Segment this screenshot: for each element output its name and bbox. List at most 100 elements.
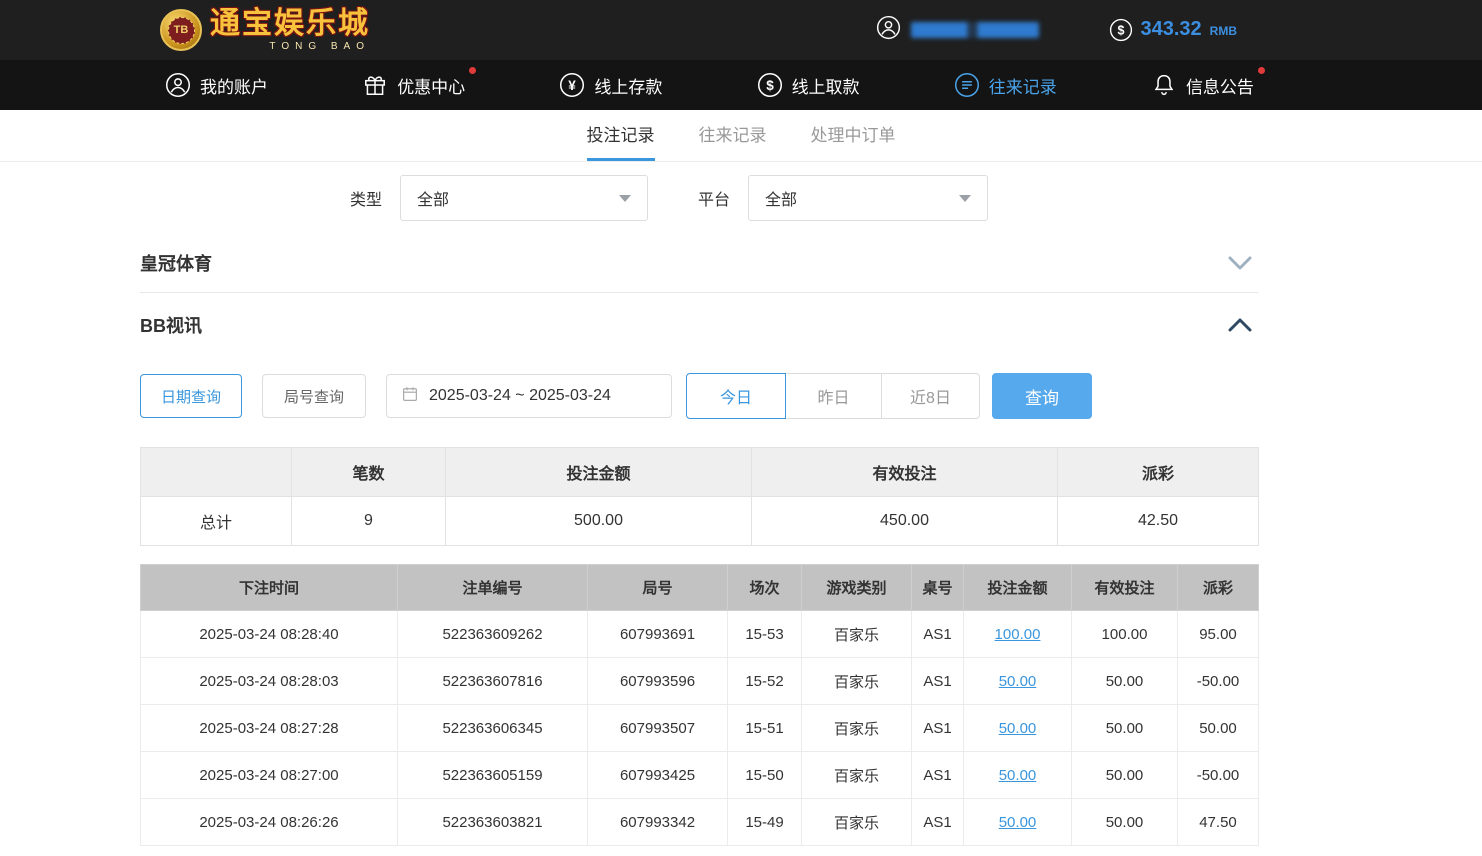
summary-header-cell: 有效投注 bbox=[752, 448, 1058, 497]
nav-item-label: 我的账户 bbox=[200, 73, 268, 98]
nav-item-account[interactable]: 我的账户 bbox=[165, 72, 268, 98]
nav-item-label: 优惠中心 bbox=[397, 73, 465, 98]
type-filter-label: 类型 bbox=[350, 186, 382, 210]
username-masked bbox=[911, 22, 1039, 38]
cell-session-no: 15-49 bbox=[728, 799, 802, 846]
chevron-up-icon[interactable] bbox=[1228, 318, 1258, 332]
cell-bet-amount: 50.00 bbox=[964, 658, 1072, 705]
cell-payout: -50.00 bbox=[1178, 752, 1259, 799]
main-nav: 我的账户 优惠中心 ¥线上存款 $ 线上取款 往来记录 信息公告 bbox=[0, 60, 1482, 110]
bell-icon bbox=[1151, 72, 1177, 98]
cell-bet-id: 522363607816 bbox=[398, 658, 588, 705]
gift-icon bbox=[362, 72, 388, 98]
tab-pending-orders[interactable]: 处理中订单 bbox=[811, 110, 896, 161]
cell-bet-id: 522363605159 bbox=[398, 752, 588, 799]
cell-bet-time: 2025-03-24 08:28:40 bbox=[141, 611, 398, 658]
notification-dot bbox=[469, 67, 476, 74]
withdraw-icon: $ bbox=[757, 72, 783, 98]
cell-game-type: 百家乐 bbox=[802, 611, 912, 658]
cell-session-no: 15-53 bbox=[728, 611, 802, 658]
detail-header-cell: 场次 bbox=[728, 565, 802, 611]
nav-item-promotions[interactable]: 优惠中心 bbox=[362, 72, 465, 98]
last-8-days-button[interactable]: 近8日 bbox=[881, 373, 980, 419]
quick-range-group: 今日 昨日 近8日 bbox=[686, 373, 980, 419]
detail-header-cell: 桌号 bbox=[912, 565, 964, 611]
cell-bet-time: 2025-03-24 08:28:03 bbox=[141, 658, 398, 705]
logo-coin-tb-label: TB bbox=[168, 17, 195, 44]
cell-payout: -50.00 bbox=[1178, 658, 1259, 705]
summary-header-cell bbox=[141, 448, 292, 497]
cell-round-no: 607993596 bbox=[588, 658, 728, 705]
top-header: TB 通宝娱乐城 TONG BAO $ 343.32 RMB bbox=[0, 0, 1482, 60]
cell-bet-amount: 50.00 bbox=[964, 799, 1072, 846]
cell-table-no: AS1 bbox=[912, 611, 964, 658]
detail-header-row: 下注时间注单编号局号场次游戏类别桌号投注金额有效投注派彩 bbox=[141, 565, 1259, 611]
date-range-input[interactable]: 2025-03-24 ~ 2025-03-24 bbox=[386, 374, 672, 418]
cell-session-no: 15-52 bbox=[728, 658, 802, 705]
cell-bet-id: 522363609262 bbox=[398, 611, 588, 658]
section-title: 皇冠体育 bbox=[140, 250, 212, 276]
logo-coin-icon: TB bbox=[160, 9, 202, 51]
cell-payout: 50.00 bbox=[1178, 705, 1259, 752]
dollar-icon: $ bbox=[1109, 18, 1133, 42]
records-icon bbox=[954, 72, 980, 98]
user-avatar-icon bbox=[876, 15, 901, 45]
svg-text:$: $ bbox=[1117, 24, 1124, 38]
user-info[interactable] bbox=[876, 15, 1039, 45]
query-bar: 日期查询 局号查询 2025-03-24 ~ 2025-03-24 今日 昨日 … bbox=[140, 373, 1258, 419]
summary-value: 42.50 bbox=[1058, 497, 1259, 546]
cell-table-no: AS1 bbox=[912, 658, 964, 705]
nav-item-withdraw[interactable]: $ 线上取款 bbox=[757, 72, 860, 98]
section-bb-live: BB视讯 bbox=[140, 293, 1258, 357]
search-button[interactable]: 查询 bbox=[992, 373, 1092, 419]
table-row: 2025-03-24 08:26:26522363603821607993342… bbox=[141, 799, 1259, 846]
balance[interactable]: $ 343.32 RMB bbox=[1109, 18, 1238, 42]
table-row: 2025-03-24 08:27:28522363606345607993507… bbox=[141, 705, 1259, 752]
nav-item-label: 线上取款 bbox=[792, 73, 860, 98]
cell-valid-bet: 50.00 bbox=[1072, 658, 1178, 705]
cell-bet-amount: 50.00 bbox=[964, 705, 1072, 752]
chevron-down-icon[interactable] bbox=[1228, 256, 1258, 270]
bet-amount-link[interactable]: 50.00 bbox=[999, 673, 1037, 690]
detail-header-cell: 局号 bbox=[588, 565, 728, 611]
round-query-button[interactable]: 局号查询 bbox=[262, 374, 366, 418]
cell-game-type: 百家乐 bbox=[802, 658, 912, 705]
cell-game-type: 百家乐 bbox=[802, 752, 912, 799]
cell-payout: 95.00 bbox=[1178, 611, 1259, 658]
detail-header-cell: 游戏类别 bbox=[802, 565, 912, 611]
date-query-button[interactable]: 日期查询 bbox=[140, 374, 242, 418]
bet-amount-link[interactable]: 50.00 bbox=[999, 814, 1037, 831]
svg-text:¥: ¥ bbox=[569, 78, 577, 93]
yesterday-button[interactable]: 昨日 bbox=[785, 373, 882, 419]
balance-currency: RMB bbox=[1210, 24, 1237, 38]
type-select[interactable]: 全部 bbox=[400, 175, 648, 221]
chevron-down-icon bbox=[959, 195, 971, 202]
date-range-value: 2025-03-24 ~ 2025-03-24 bbox=[429, 387, 611, 405]
cell-bet-amount: 50.00 bbox=[964, 752, 1072, 799]
tab-bet-records[interactable]: 投注记录 bbox=[587, 110, 655, 161]
cell-session-no: 15-50 bbox=[728, 752, 802, 799]
nav-item-records[interactable]: 往来记录 bbox=[954, 72, 1057, 98]
bet-amount-link[interactable]: 50.00 bbox=[999, 720, 1037, 737]
today-button[interactable]: 今日 bbox=[686, 373, 786, 419]
cell-valid-bet: 50.00 bbox=[1072, 799, 1178, 846]
nav-item-notices[interactable]: 信息公告 bbox=[1151, 72, 1254, 98]
cell-session-no: 15-51 bbox=[728, 705, 802, 752]
cell-game-type: 百家乐 bbox=[802, 705, 912, 752]
platform-select[interactable]: 全部 bbox=[748, 175, 988, 221]
cell-round-no: 607993425 bbox=[588, 752, 728, 799]
platform-filter-label: 平台 bbox=[698, 186, 730, 210]
detail-header-cell: 下注时间 bbox=[141, 565, 398, 611]
cell-round-no: 607993691 bbox=[588, 611, 728, 658]
bet-amount-link[interactable]: 100.00 bbox=[995, 626, 1041, 643]
nav-item-label: 信息公告 bbox=[1186, 73, 1254, 98]
site-logo[interactable]: TB 通宝娱乐城 TONG BAO bbox=[160, 9, 370, 52]
logo-subtitle: TONG BAO bbox=[210, 41, 370, 52]
section-title: BB视讯 bbox=[140, 312, 202, 338]
tab-transaction-records[interactable]: 往来记录 bbox=[699, 110, 767, 161]
platform-select-value: 全部 bbox=[765, 186, 797, 210]
bet-amount-link[interactable]: 50.00 bbox=[999, 767, 1037, 784]
table-row: 2025-03-24 08:28:03522363607816607993596… bbox=[141, 658, 1259, 705]
nav-item-deposit[interactable]: ¥线上存款 bbox=[559, 72, 662, 98]
table-row: 2025-03-24 08:28:40522363609262607993691… bbox=[141, 611, 1259, 658]
